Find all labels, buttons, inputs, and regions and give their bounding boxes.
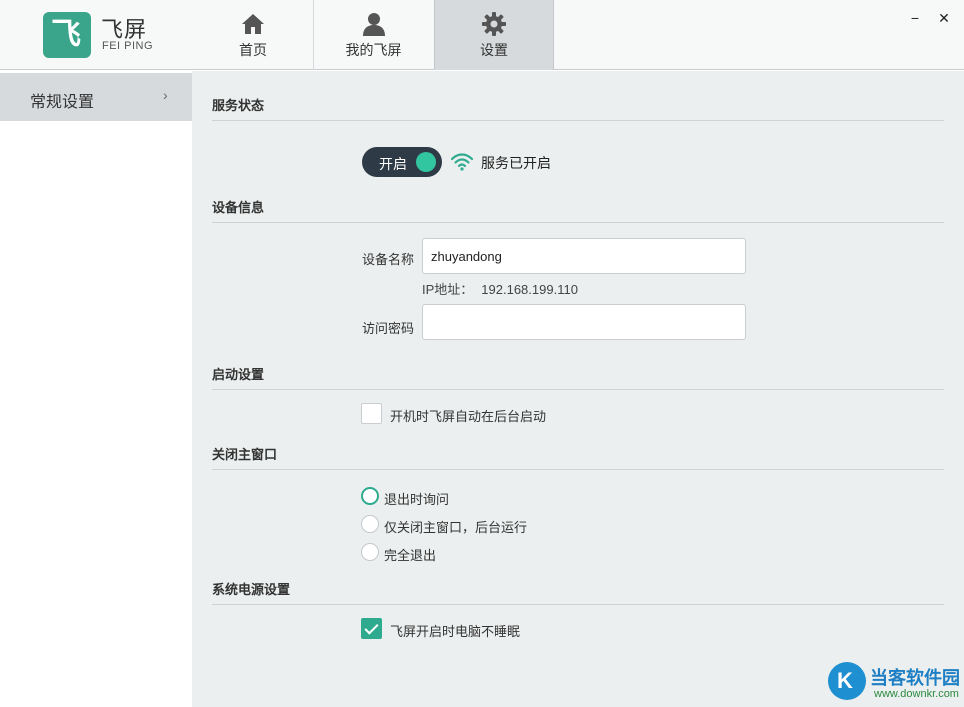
sidebar-item-general-settings[interactable]: 常规设置 ›: [0, 73, 192, 121]
radio-label: 完全退出: [384, 548, 437, 563]
service-toggle[interactable]: 开启: [362, 147, 442, 177]
chevron-right-icon: ›: [163, 87, 168, 103]
tab-settings-label: 设置: [480, 42, 508, 58]
section-title-device: 设备信息: [212, 200, 265, 215]
radio-quit-completely[interactable]: [361, 543, 379, 561]
service-status-text: 服务已开启: [481, 155, 551, 171]
divider: [212, 469, 944, 470]
sidebar-item-label: 常规设置: [30, 94, 95, 111]
tab-settings[interactable]: 设置: [434, 0, 554, 70]
divider: [212, 389, 944, 390]
watermark-icon: K: [828, 662, 866, 700]
radio-close-to-background[interactable]: [361, 515, 379, 533]
tab-my-feiping-label: 我的飞屏: [345, 42, 402, 58]
autostart-checkbox[interactable]: [361, 403, 382, 424]
password-label: 访问密码: [362, 321, 415, 336]
logo-glyph: 飞: [51, 17, 81, 52]
section-title-power: 系统电源设置: [212, 582, 291, 597]
tab-home-label: 首页: [239, 42, 267, 58]
user-icon: [362, 13, 385, 36]
device-name-input[interactable]: [422, 238, 746, 274]
password-input[interactable]: [422, 304, 746, 340]
radio-label: 退出时询问: [384, 492, 450, 507]
minimize-button[interactable]: −: [907, 10, 923, 26]
prevent-sleep-label: 飞屏开启时电脑不睡眠: [390, 624, 521, 639]
ip-label: IP地址：: [422, 282, 474, 297]
home-icon: [242, 14, 264, 34]
wifi-icon: [451, 153, 473, 171]
radio-label: 仅关闭主窗口，后台运行: [384, 520, 528, 535]
watermark-text: 当客软件园: [870, 668, 960, 688]
tab-my-feiping[interactable]: 我的飞屏: [313, 0, 433, 70]
divider: [212, 604, 944, 605]
close-button[interactable]: ✕: [936, 10, 952, 26]
title-bar: 飞 飞屏 FEI PING 首页 我的飞屏 设置 − ✕: [0, 0, 964, 70]
toggle-label: 开启: [379, 156, 407, 172]
app-logo: 飞: [43, 12, 91, 58]
ip-address-row: IP地址： 192.168.199.110: [422, 279, 578, 298]
divider: [212, 222, 944, 223]
watermark-logo: K 当客软件园 www.downkr.com: [828, 662, 964, 707]
divider: [212, 120, 944, 121]
settings-panel: 服务状态 开启 服务已开启 设备信息 设备名称 IP地址： 192.168.199…: [192, 71, 964, 707]
section-title-startup: 启动设置: [212, 367, 265, 382]
gear-icon: [482, 12, 506, 36]
section-title-close-window: 关闭主窗口: [212, 447, 278, 462]
tab-home[interactable]: 首页: [193, 0, 313, 70]
toggle-knob: [416, 152, 436, 172]
watermark-url: www.downkr.com: [874, 688, 959, 700]
sidebar: 常规设置 ›: [0, 71, 192, 707]
autostart-label: 开机时飞屏自动在后台启动: [390, 409, 547, 424]
section-title-service: 服务状态: [212, 98, 265, 113]
watermark-glyph: K: [837, 668, 853, 693]
device-name-label: 设备名称: [362, 252, 415, 267]
prevent-sleep-checkbox[interactable]: [361, 618, 382, 639]
app-subtitle: FEI PING: [102, 40, 154, 52]
radio-ask-on-exit[interactable]: [361, 487, 379, 505]
ip-value: 192.168.199.110: [481, 282, 578, 297]
